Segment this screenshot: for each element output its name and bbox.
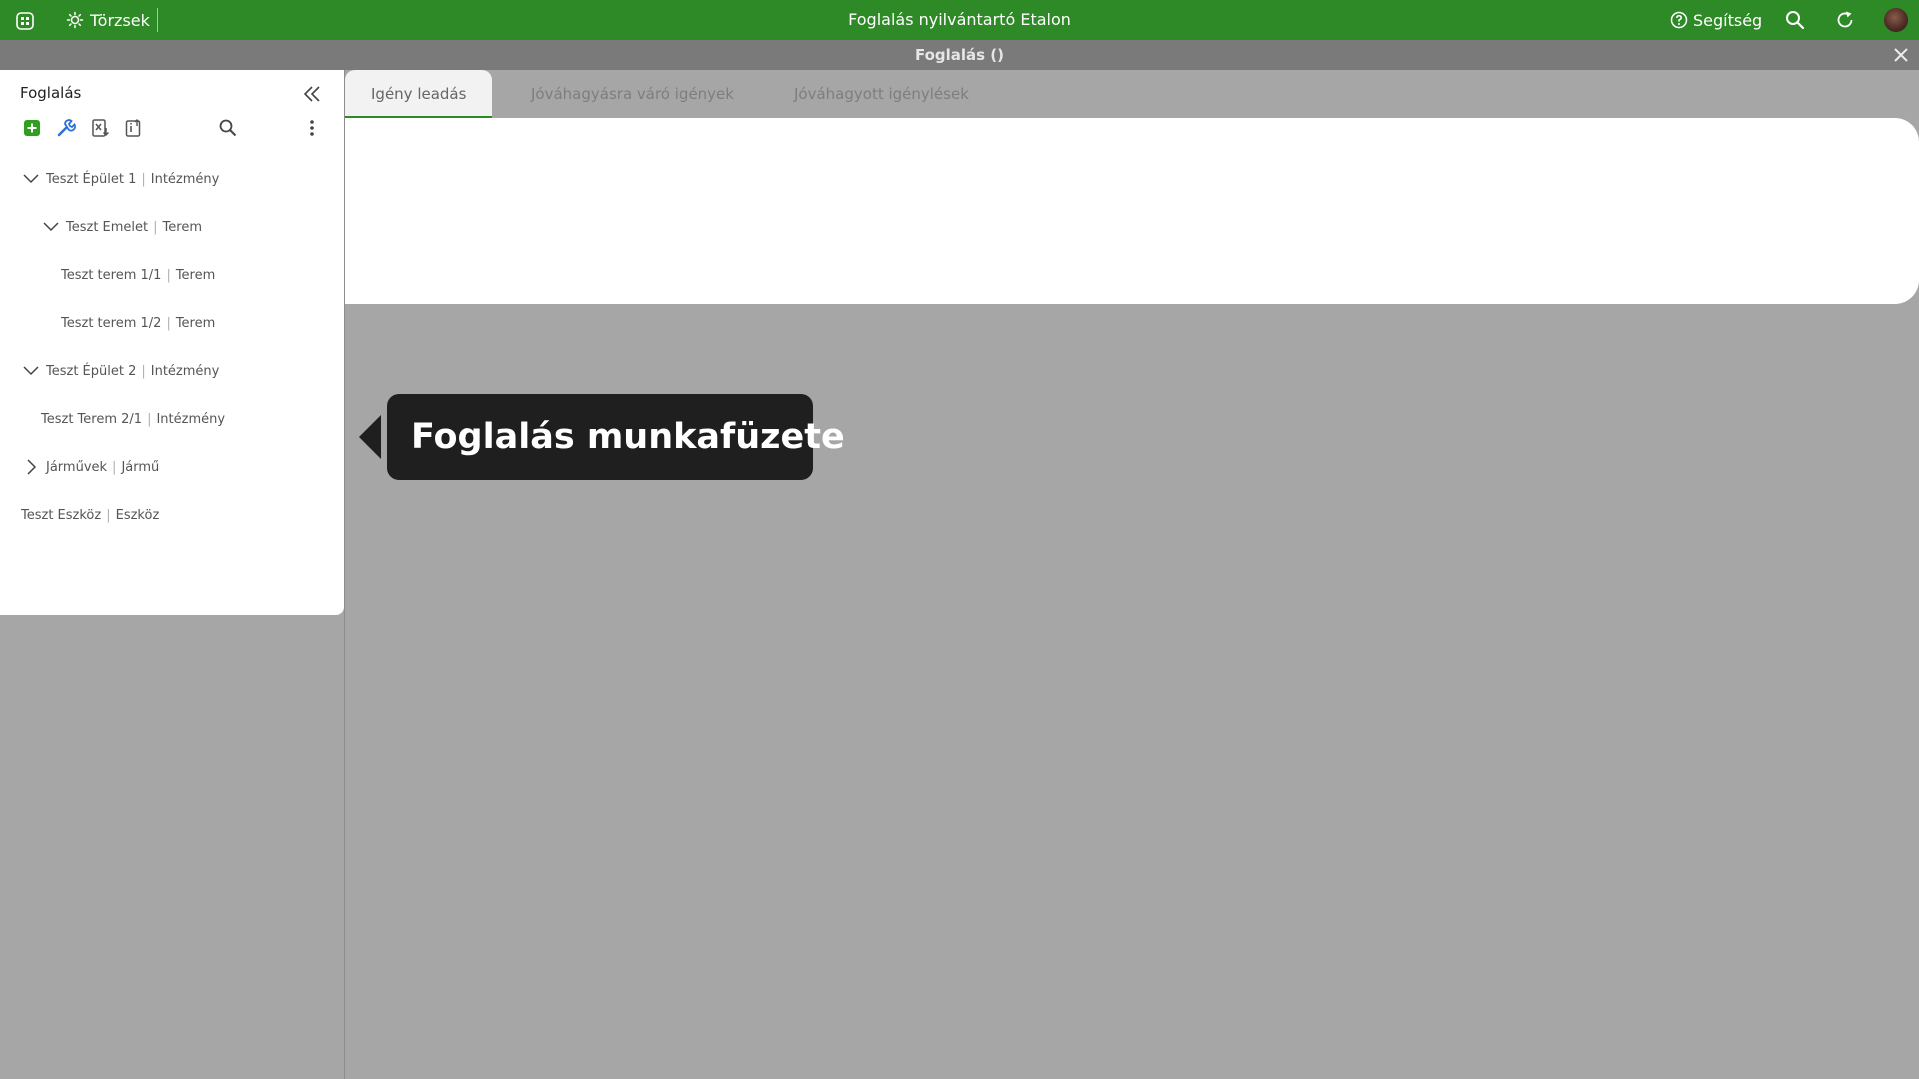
torzsek-menu-button[interactable]: Törzsek	[66, 0, 150, 40]
top-bar: Törzsek Foglalás nyilvántartó Etalon Seg…	[0, 0, 1919, 40]
tree-item-type: Jármű	[121, 459, 160, 475]
search-icon[interactable]	[218, 118, 238, 138]
search-icon[interactable]	[1784, 9, 1806, 31]
tree-item-name: Teszt Épület 2	[46, 363, 137, 379]
tree-separator: |	[112, 459, 117, 475]
sub-header-bar: Foglalás ()	[0, 40, 1919, 70]
tree-item-teszt-terem-1-2[interactable]: Teszt terem 1/2 | Terem	[61, 308, 215, 338]
tree-item-type: Eszköz	[115, 507, 160, 523]
app-title: Foglalás nyilvántartó Etalon	[848, 10, 1071, 29]
chevron-down-icon[interactable]	[42, 218, 60, 236]
content-card	[345, 118, 1919, 304]
tree-separator: |	[166, 267, 171, 283]
tree-item-name: Teszt Épület 1	[46, 171, 137, 187]
sun-gear-icon	[66, 11, 84, 29]
tab-jovahagyott-igenylesek[interactable]: Jóváhagyott igénylések	[768, 70, 995, 118]
wrench-icon[interactable]	[56, 118, 76, 138]
info-icon[interactable]	[124, 118, 144, 138]
tree-separator: |	[153, 219, 158, 235]
tree-item-type: Intézmény	[150, 171, 220, 187]
subbar-title: Foglalás ()	[914, 46, 1005, 64]
refresh-icon[interactable]	[1834, 9, 1856, 31]
tree-item-teszt-epulet-2[interactable]: Teszt Épület 2 | Intézmény	[22, 356, 219, 386]
help-icon	[1670, 11, 1688, 29]
tree-item-teszt-terem-2-1[interactable]: Teszt Terem 2/1 | Intézmény	[41, 404, 225, 434]
help-label: Segítség	[1693, 10, 1763, 30]
tree-item-name: Teszt terem 1/2	[61, 315, 162, 331]
tree-item-teszt-emelet[interactable]: Teszt Emelet | Terem	[42, 212, 202, 242]
tab-bar: Igény leadás Jóváhagyásra váró igények J…	[345, 70, 1919, 118]
tree-separator: |	[147, 411, 152, 427]
tree-item-name: Járművek	[46, 459, 108, 475]
more-vertical-icon[interactable]	[302, 118, 322, 138]
tree-separator: |	[166, 315, 171, 331]
add-icon[interactable]	[22, 118, 42, 138]
tree-item-teszt-eszkoz[interactable]: Teszt Eszköz | Eszköz	[21, 500, 159, 530]
tooltip-arrow	[359, 415, 381, 459]
excel-export-icon[interactable]	[90, 118, 110, 138]
torzsek-label: Törzsek	[90, 10, 150, 30]
apps-grid-icon[interactable]	[14, 10, 36, 32]
tree-item-teszt-terem-1-1[interactable]: Teszt terem 1/1 | Terem	[61, 260, 215, 290]
chevron-down-icon[interactable]	[22, 170, 40, 188]
tree-item-name: Teszt Eszköz	[21, 507, 102, 523]
tree-separator: |	[106, 507, 111, 523]
left-panel: Foglalás Teszt Épület 1 | Intézmény Tesz…	[0, 70, 344, 615]
panel-title: Foglalás	[20, 84, 82, 102]
tab-igeny-leadas[interactable]: Igény leadás	[345, 70, 493, 118]
tooltip: Foglalás munkafüzete	[387, 394, 845, 480]
chevron-right-icon[interactable]	[22, 458, 40, 476]
tree-item-name: Teszt terem 1/1	[61, 267, 162, 283]
tree-item-type: Terem	[162, 219, 202, 235]
tree-item-type: Intézmény	[150, 363, 220, 379]
topbar-separator	[157, 8, 158, 32]
tree-item-type: Terem	[175, 267, 216, 283]
double-chevron-left-icon[interactable]	[302, 84, 322, 104]
tree-item-teszt-epulet-1[interactable]: Teszt Épület 1 | Intézmény	[22, 164, 219, 194]
tree-item-name: Teszt Terem 2/1	[41, 411, 143, 427]
tab-jovahagyasra-varo-igenyek[interactable]: Jóváhagyásra váró igények	[505, 70, 760, 118]
tree-item-type: Terem	[175, 315, 216, 331]
tree-separator: |	[141, 363, 146, 379]
chevron-down-icon[interactable]	[22, 362, 40, 380]
tree-item-type: Intézmény	[156, 411, 226, 427]
tree-item-jarmuvek[interactable]: Járművek | Jármű	[22, 452, 159, 482]
user-avatar[interactable]	[1884, 8, 1908, 32]
help-button[interactable]: Segítség	[1670, 0, 1762, 40]
tree-separator: |	[141, 171, 146, 187]
close-icon[interactable]	[1893, 47, 1909, 63]
tree-item-name: Teszt Emelet	[66, 219, 149, 235]
